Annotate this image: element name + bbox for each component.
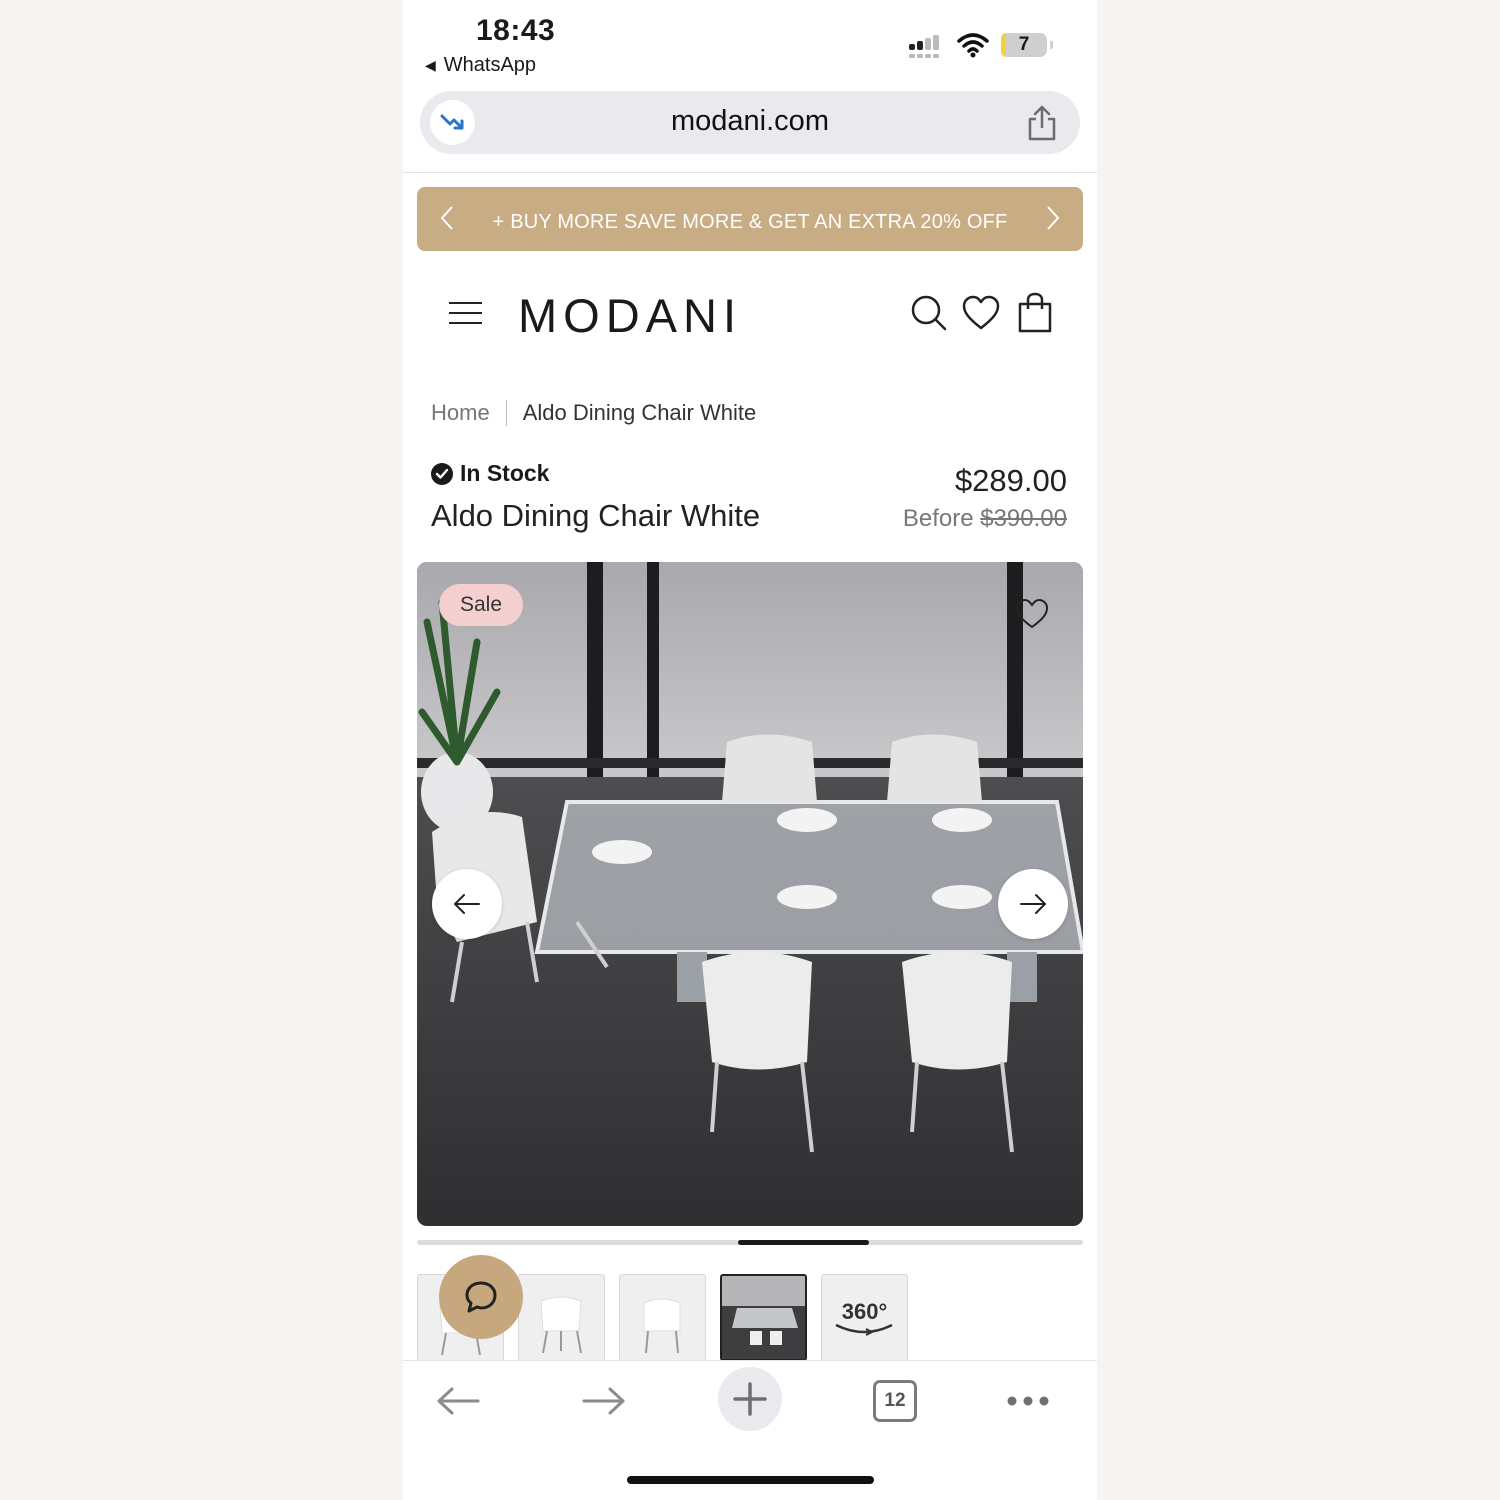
original-price: Before $390.00 <box>903 505 1067 533</box>
before-price: $390.00 <box>980 505 1067 532</box>
add-to-wishlist-icon[interactable] <box>1015 598 1049 630</box>
status-time: 18:43 <box>476 14 556 47</box>
back-app-label: WhatsApp <box>443 54 537 76</box>
search-icon[interactable] <box>910 294 948 332</box>
breadcrumb-home-link[interactable]: Home <box>431 400 490 426</box>
cellular-signal-icon <box>909 35 939 58</box>
promo-banner: + BUY MORE SAVE MORE & GET AN EXTRA 20% … <box>417 187 1083 251</box>
breadcrumb: Home Aldo Dining Chair White <box>431 400 756 426</box>
wishlist-heart-icon[interactable] <box>962 294 1000 332</box>
plus-button-bg <box>718 1367 782 1431</box>
browser-forward-button[interactable] <box>579 1370 629 1432</box>
thumbnail-3[interactable] <box>619 1274 706 1361</box>
url-text: modani.com <box>671 105 829 137</box>
tabs-button[interactable]: 12 <box>871 1370 919 1432</box>
breadcrumb-current: Aldo Dining Chair White <box>522 400 757 425</box>
arrow-right-icon <box>1020 894 1046 914</box>
gallery-prev-button[interactable] <box>432 869 502 939</box>
home-indicator <box>627 1476 874 1484</box>
thumbnail-2[interactable] <box>518 1274 605 1361</box>
rotate-360-icon <box>835 1323 893 1336</box>
battery-indicator: 7 <box>1001 33 1053 57</box>
promo-next-icon[interactable] <box>1041 205 1063 231</box>
plus-icon <box>733 1382 767 1416</box>
browser-back-button[interactable] <box>433 1370 483 1432</box>
ellipsis-icon <box>1007 1396 1049 1406</box>
phone-screen: 18:43 ◀ WhatsApp 7 modani.com + BUY MORE… <box>403 0 1097 1500</box>
shopping-bag-icon[interactable] <box>1016 292 1054 334</box>
product-title: Aldo Dining Chair White <box>431 498 761 533</box>
dining-scene-illustration <box>417 562 1083 1226</box>
chat-button[interactable] <box>439 1255 523 1339</box>
tab-count: 12 <box>873 1380 917 1422</box>
product-image[interactable]: Sale <box>417 562 1083 1226</box>
site-logo[interactable]: MODANI <box>518 288 742 343</box>
gallery-next-button[interactable] <box>998 869 1068 939</box>
toolbar-divider <box>403 1360 1097 1361</box>
before-label: Before <box>902 505 974 532</box>
arrow-left-icon <box>454 894 480 914</box>
menu-icon[interactable] <box>449 301 482 325</box>
breadcrumb-separator <box>505 400 507 426</box>
new-tab-button[interactable] <box>718 1367 782 1431</box>
gallery-scrollbar[interactable] <box>417 1240 1083 1245</box>
share-icon[interactable] <box>1026 105 1058 141</box>
sale-badge: Sale <box>439 584 523 626</box>
stock-label: In Stock <box>460 460 550 486</box>
forward-arrow-icon <box>582 1387 625 1415</box>
wifi-icon <box>957 33 989 58</box>
gallery-scroll-thumb[interactable] <box>738 1240 869 1245</box>
thumbnail-360-view[interactable]: 360° <box>821 1274 908 1361</box>
battery-level: 7 <box>1018 34 1030 55</box>
chat-bubble-icon <box>465 1281 497 1313</box>
promo-text[interactable]: + BUY MORE SAVE MORE & GET AN EXTRA 20% … <box>417 211 1083 234</box>
product-price: $289.00 <box>954 463 1067 498</box>
back-triangle-icon: ◀ <box>425 57 436 73</box>
address-bar-divider <box>403 172 1097 173</box>
check-circle-icon <box>431 462 453 485</box>
address-bar[interactable]: modani.com <box>420 91 1080 154</box>
back-arrow-icon <box>437 1387 480 1415</box>
thumbnail-4-active[interactable] <box>720 1274 807 1361</box>
stock-status: In Stock <box>431 460 549 487</box>
more-options-button[interactable] <box>1003 1370 1053 1432</box>
back-to-app-link[interactable]: ◀ WhatsApp <box>425 54 536 77</box>
